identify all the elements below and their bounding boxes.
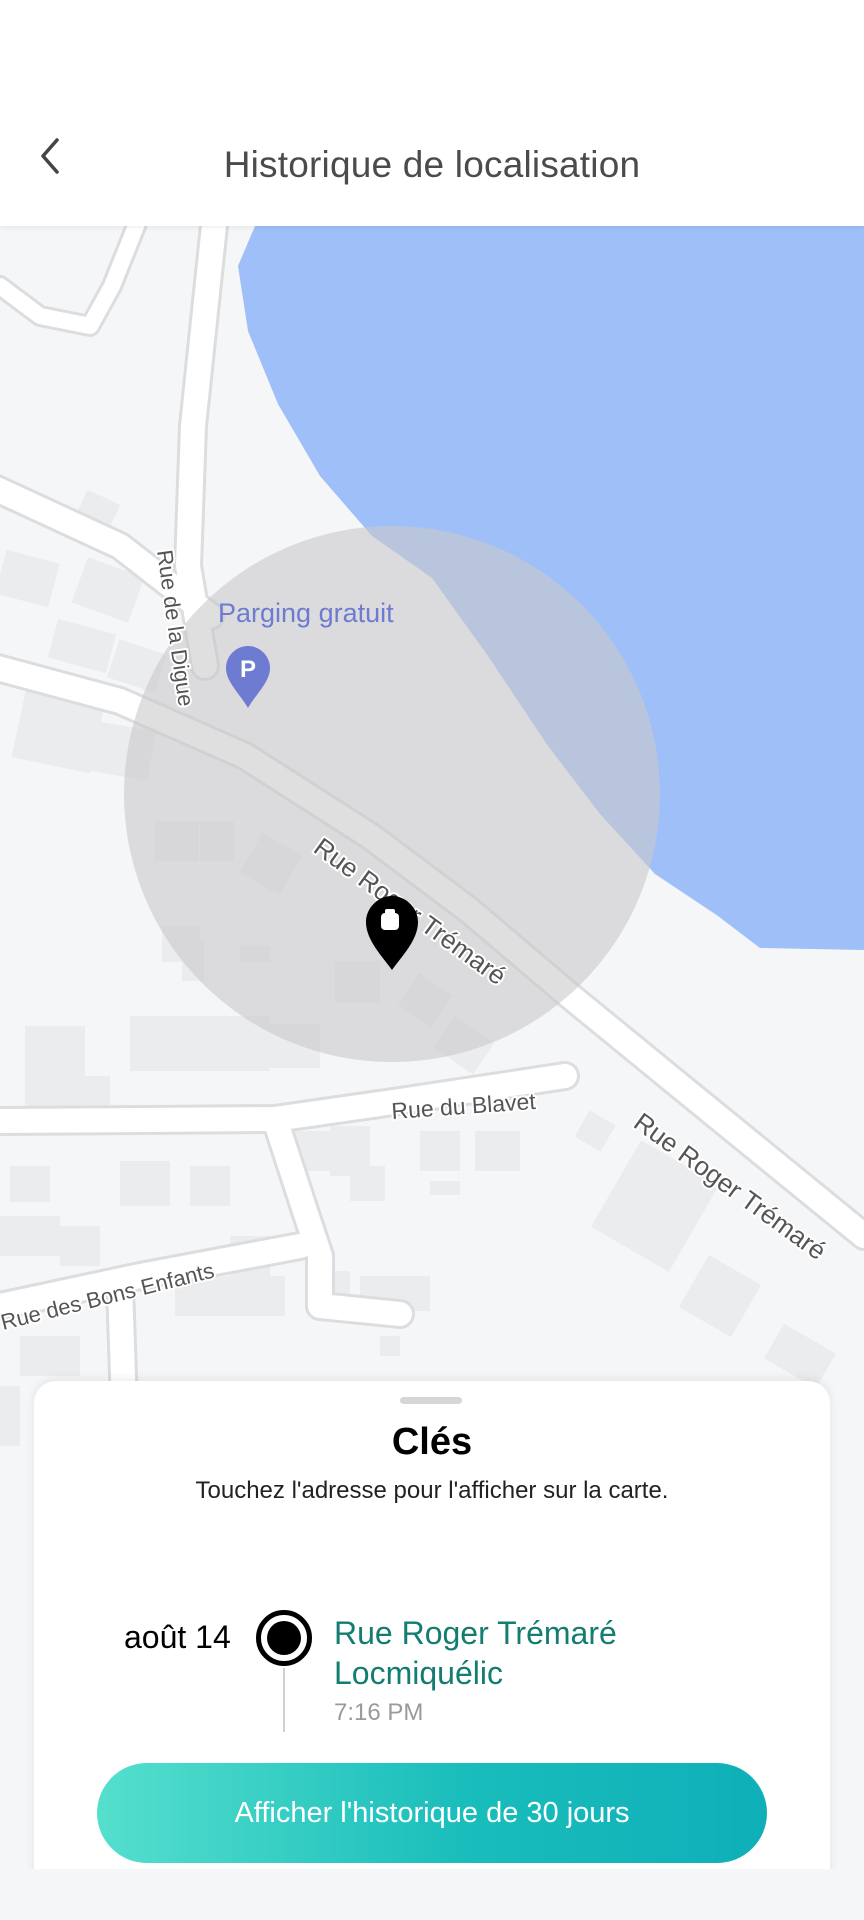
sheet-subtitle: Touchez l'adresse pour l'afficher sur la… — [195, 1477, 669, 1504]
page-title: Historique de localisation — [223, 144, 641, 185]
app-header: Historique de localisation — [0, 0, 864, 226]
address-line-street: Rue Roger Trémaré — [334, 1615, 617, 1651]
system-bottom-area — [0, 1869, 864, 1920]
poi-label[interactable]: Parging gratuit — [218, 598, 394, 628]
show-30-day-history-button[interactable]: Afficher l'historique de 30 jours — [97, 1763, 767, 1863]
drag-handle[interactable] — [400, 1397, 462, 1404]
address-line-city: Locmiquélic — [334, 1655, 503, 1691]
timeline-dot-icon — [256, 1610, 312, 1666]
entry-time: 7:16 PM — [334, 1699, 424, 1726]
sheet-title: Clés — [391, 1421, 473, 1463]
bottom-sheet: Clés Touchez l'adresse pour l'afficher s… — [34, 1381, 830, 1901]
entry-address-link[interactable]: Rue Roger Trémaré Locmiquélic — [334, 1613, 617, 1693]
poi-icon-letter: P — [240, 656, 256, 683]
entry-date: août 14 — [124, 1619, 231, 1655]
timeline-line — [283, 1668, 285, 1732]
